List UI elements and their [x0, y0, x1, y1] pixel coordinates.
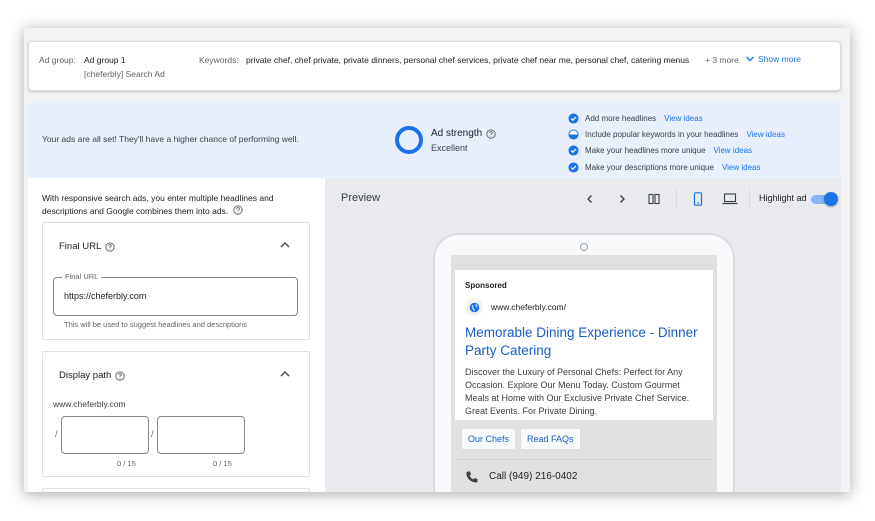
view-ideas-link[interactable]: View ideas	[714, 146, 753, 155]
ad-strength-value: Excellent	[431, 143, 468, 153]
path1-counter: 0 / 15	[117, 459, 136, 468]
help-icon[interactable]	[232, 205, 243, 215]
help-icon[interactable]	[115, 370, 125, 381]
ad-group-summary: Ad group: Ad group 1 [cheferbly] Search …	[28, 41, 841, 91]
final-url-section: Final URL Final URL https://cheferbly.co…	[42, 222, 310, 340]
previous-button[interactable]	[581, 190, 599, 208]
toolbar-divider	[749, 188, 750, 210]
check-circle-icon	[568, 161, 579, 173]
chevron-up-icon[interactable]	[279, 368, 291, 380]
keywords-more-count: + 3 more	[705, 55, 739, 65]
view-ideas-link[interactable]: View ideas	[664, 114, 703, 123]
tip-item: Add more headlines View ideas	[568, 110, 785, 126]
desktop-view-button[interactable]	[721, 190, 739, 208]
view-ideas-link[interactable]: View ideas	[746, 130, 785, 139]
globe-icon	[469, 302, 479, 312]
final-url-field[interactable]: Final URL https://cheferbly.com	[53, 272, 298, 316]
toolbar-divider	[676, 188, 677, 210]
phone-icon	[466, 471, 478, 483]
keywords-label: Keywords:	[199, 55, 239, 65]
final-url-title: Final URL	[59, 241, 102, 252]
tip-text: Make your descriptions more unique	[585, 162, 714, 172]
chevron-down-icon	[746, 56, 754, 62]
preview-panel: Preview Highlight ad Sponsored www.chefe…	[325, 178, 841, 492]
chevron-up-icon[interactable]	[279, 239, 291, 251]
ad-strength-title: Ad strength	[431, 128, 496, 139]
check-circle-icon	[568, 113, 579, 124]
tip-text: Include popular keywords in your headlin…	[585, 129, 739, 139]
display-path-section: Display path www.cheferbly.com / / 0 / 1…	[42, 351, 310, 477]
ad-group-name: Ad group 1	[84, 55, 126, 65]
campaign-name: [cheferbly] Search Ad	[84, 69, 165, 79]
phone-camera	[580, 243, 588, 251]
sitelink-read-faqs[interactable]: Read FAQs	[520, 428, 581, 450]
columns-icon	[648, 193, 660, 205]
preview-title: Preview	[341, 192, 381, 204]
display-path-header[interactable]: Display path	[59, 370, 125, 381]
highlight-ad-label: Highlight ad	[759, 193, 807, 203]
final-url-helper: This will be used to suggest headlines a…	[64, 320, 248, 329]
chevron-right-icon	[620, 195, 625, 203]
chevron-left-icon	[587, 195, 592, 203]
tip-text: Make your headlines more unique	[585, 146, 706, 156]
ad-headline[interactable]: Memorable Dining Experience - Dinner Par…	[465, 324, 705, 360]
call-number: Call (949) 216-0402	[489, 471, 578, 482]
final-url-value: https://cheferbly.com	[64, 291, 147, 301]
toggle-knob	[824, 192, 838, 206]
preview-toolbar: Preview Highlight ad	[325, 178, 841, 220]
display-path-title: Display path	[59, 370, 112, 381]
laptop-icon	[722, 193, 738, 205]
sponsored-label: Sponsored	[465, 281, 507, 290]
path1-input[interactable]	[61, 416, 149, 454]
half-circle-icon	[568, 129, 579, 140]
view-ideas-link[interactable]: View ideas	[722, 163, 761, 172]
check-circle-icon	[568, 145, 579, 156]
tip-text: Add more headlines	[585, 113, 657, 123]
call-extension[interactable]: Call (949) 216-0402	[455, 459, 713, 489]
phone-screen: Sponsored www.cheferbly.com/ Memorable D…	[451, 255, 717, 492]
help-icon[interactable]	[486, 128, 496, 139]
ad-editor-panel: With responsive search ads, you enter mu…	[28, 178, 325, 492]
path-separator: /	[55, 429, 58, 439]
ad-strength-label: Ad strength	[431, 128, 483, 139]
ad-strength-banner: Your ads are all set! They'll have a hig…	[28, 102, 841, 178]
smartphone-icon	[693, 192, 703, 206]
mobile-view-button[interactable]	[689, 190, 707, 208]
rsa-intro: With responsive search ads, you enter mu…	[42, 192, 292, 218]
ad-strength-tips: Add more headlines View ideas Include po…	[568, 110, 785, 175]
favicon	[465, 298, 483, 316]
ready-message: Your ads are all set! They'll have a hig…	[42, 134, 299, 144]
tip-item: Make your descriptions more unique View …	[568, 159, 785, 175]
keywords-list: private chef, chef private, private dinn…	[246, 55, 690, 65]
path-separator: /	[151, 429, 154, 439]
sitelink-our-chefs[interactable]: Our Chefs	[461, 428, 517, 450]
help-icon[interactable]	[105, 241, 115, 252]
path2-input[interactable]	[157, 416, 245, 454]
show-more-button[interactable]: Show more	[745, 54, 801, 64]
phone-mockup: Sponsored www.cheferbly.com/ Memorable D…	[433, 233, 735, 492]
path2-counter: 0 / 15	[213, 459, 232, 468]
highlight-ad-toggle[interactable]	[811, 192, 838, 206]
display-url: www.cheferbly.com/	[491, 302, 566, 312]
next-section	[42, 488, 310, 492]
final-url-field-label: Final URL	[62, 272, 102, 281]
tip-item: Make your headlines more unique View ide…	[568, 143, 785, 159]
final-url-header[interactable]: Final URL	[59, 241, 115, 252]
ad-strength-ring-icon	[395, 126, 423, 154]
next-button[interactable]	[613, 190, 631, 208]
columns-view-button[interactable]	[645, 190, 663, 208]
tip-item: Include popular keywords in your headlin…	[568, 126, 785, 142]
show-more-label: Show more	[758, 54, 801, 64]
display-domain: www.cheferbly.com	[53, 399, 126, 409]
ad-description: Discover the Luxury of Personal Chefs: P…	[465, 367, 690, 416]
ad-editor-window: Ad group: Ad group 1 [cheferbly] Search …	[24, 28, 850, 492]
ad-group-label: Ad group:	[39, 55, 76, 65]
ad-preview-card: Sponsored www.cheferbly.com/ Memorable D…	[455, 270, 713, 420]
